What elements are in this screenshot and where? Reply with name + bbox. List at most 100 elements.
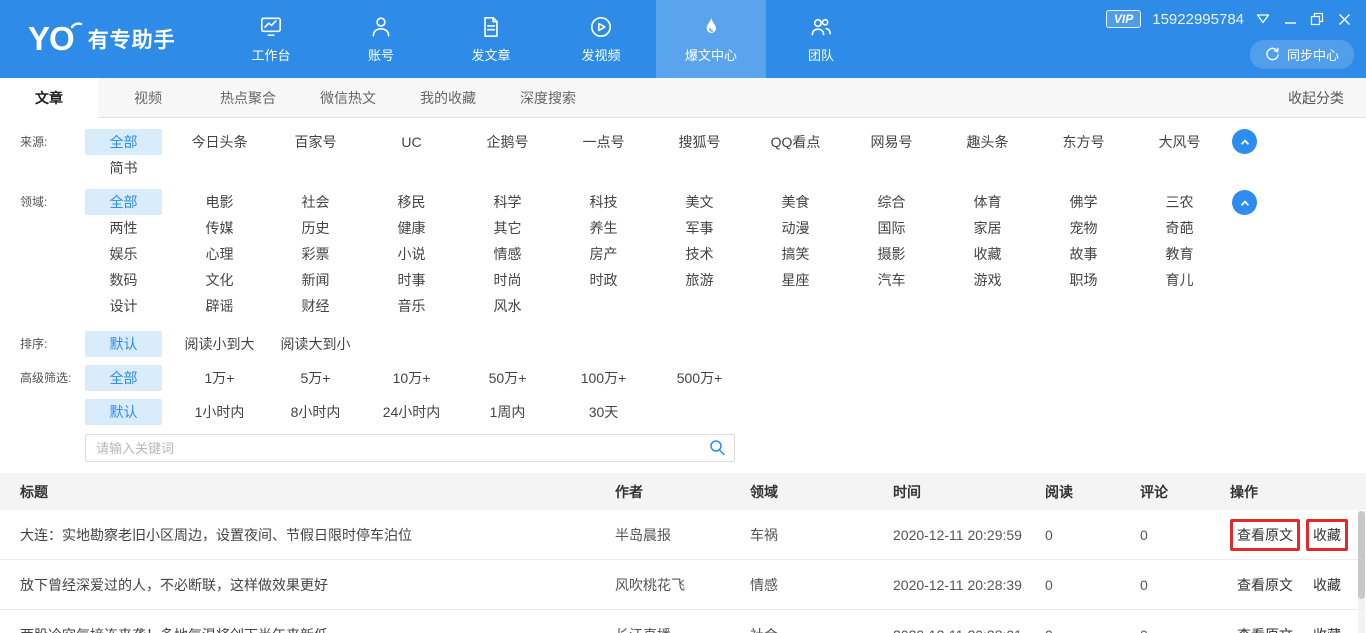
time-range-filter-chip[interactable]: 8小时内: [277, 399, 354, 425]
field-filter-chip[interactable]: 新闻: [277, 267, 354, 293]
view-original-link[interactable]: 查看原文: [1230, 619, 1300, 633]
field-filter-chip[interactable]: 音乐: [373, 293, 450, 319]
field-filter-chip[interactable]: 技术: [661, 241, 738, 267]
field-filter-chip[interactable]: 收藏: [949, 241, 1026, 267]
field-filter-chip[interactable]: 房产: [565, 241, 642, 267]
field-filter-chip[interactable]: 佛学: [1045, 189, 1122, 215]
nav-item-hot-article-center[interactable]: 爆文中心: [656, 0, 766, 78]
favorite-link[interactable]: 收藏: [1306, 519, 1348, 551]
field-filter-chip[interactable]: 娱乐: [85, 241, 162, 267]
collapse-field-button[interactable]: [1232, 190, 1257, 215]
nav-item-workbench[interactable]: 工作台: [216, 0, 326, 78]
field-filter-chip[interactable]: 其它: [469, 215, 546, 241]
minimize-icon[interactable]: [1282, 11, 1298, 27]
source-filter-chip[interactable]: 百家号: [277, 129, 354, 155]
nav-item-account[interactable]: 账号: [326, 0, 436, 78]
read-count-filter-chip[interactable]: 5万+: [277, 365, 354, 391]
time-range-filter-chip[interactable]: 1周内: [469, 399, 546, 425]
tab-wechat-hot[interactable]: 微信热文: [298, 78, 398, 118]
field-filter-chip[interactable]: 游戏: [949, 267, 1026, 293]
field-filter-chip[interactable]: 教育: [1141, 241, 1218, 267]
sort-filter-chip[interactable]: 阅读大到小: [277, 331, 354, 357]
tab-videos[interactable]: 视频: [98, 78, 198, 118]
source-filter-chip[interactable]: 今日头条: [181, 129, 258, 155]
time-range-filter-chip[interactable]: 默认: [85, 399, 162, 425]
view-original-link[interactable]: 查看原文: [1230, 569, 1300, 601]
field-filter-chip[interactable]: 移民: [373, 189, 450, 215]
nav-item-publish-video[interactable]: 发视频: [546, 0, 656, 78]
source-filter-chip[interactable]: 大风号: [1141, 129, 1218, 155]
source-filter-chip[interactable]: 搜狐号: [661, 129, 738, 155]
view-original-link[interactable]: 查看原文: [1230, 519, 1300, 551]
field-filter-chip[interactable]: 摄影: [853, 241, 930, 267]
search-icon[interactable]: [709, 439, 726, 461]
field-filter-chip[interactable]: 汽车: [853, 267, 930, 293]
field-filter-chip[interactable]: 国际: [853, 215, 930, 241]
tab-deep-search[interactable]: 深度搜索: [498, 78, 598, 118]
field-filter-chip[interactable]: 文化: [181, 267, 258, 293]
nav-item-team[interactable]: 团队: [766, 0, 876, 78]
time-range-filter-chip[interactable]: 24小时内: [373, 399, 450, 425]
field-filter-chip[interactable]: 体育: [949, 189, 1026, 215]
field-filter-chip[interactable]: 奇葩: [1141, 215, 1218, 241]
source-filter-chip[interactable]: 简书: [85, 155, 162, 181]
field-filter-chip[interactable]: 时事: [373, 267, 450, 293]
field-filter-chip[interactable]: 职场: [1045, 267, 1122, 293]
read-count-filter-chip[interactable]: 全部: [85, 365, 162, 391]
field-filter-chip[interactable]: 科技: [565, 189, 642, 215]
field-filter-chip[interactable]: 小说: [373, 241, 450, 267]
dropdown-caret-icon[interactable]: [1255, 11, 1271, 27]
source-filter-chip[interactable]: 一点号: [565, 129, 642, 155]
tab-articles[interactable]: 文章: [0, 78, 98, 118]
source-filter-chip[interactable]: QQ看点: [757, 129, 834, 155]
field-filter-chip[interactable]: 全部: [85, 189, 162, 215]
field-filter-chip[interactable]: 健康: [373, 215, 450, 241]
field-filter-chip[interactable]: 军事: [661, 215, 738, 241]
field-filter-chip[interactable]: 财经: [277, 293, 354, 319]
read-count-filter-chip[interactable]: 500万+: [661, 365, 738, 391]
field-filter-chip[interactable]: 辟谣: [181, 293, 258, 319]
field-filter-chip[interactable]: 故事: [1045, 241, 1122, 267]
field-filter-chip[interactable]: 宠物: [1045, 215, 1122, 241]
field-filter-chip[interactable]: 两性: [85, 215, 162, 241]
vertical-scrollbar[interactable]: [1358, 511, 1365, 633]
field-filter-chip[interactable]: 养生: [565, 215, 642, 241]
field-filter-chip[interactable]: 风水: [469, 293, 546, 319]
field-filter-chip[interactable]: 心理: [181, 241, 258, 267]
field-filter-chip[interactable]: 设计: [85, 293, 162, 319]
favorite-link[interactable]: 收藏: [1306, 569, 1348, 601]
close-icon[interactable]: [1336, 11, 1352, 27]
field-filter-chip[interactable]: 时尚: [469, 267, 546, 293]
field-filter-chip[interactable]: 数码: [85, 267, 162, 293]
search-input[interactable]: [85, 434, 735, 462]
read-count-filter-chip[interactable]: 10万+: [373, 365, 450, 391]
field-filter-chip[interactable]: 彩票: [277, 241, 354, 267]
sort-filter-chip[interactable]: 阅读小到大: [181, 331, 258, 357]
scrollbar-thumb[interactable]: [1358, 511, 1365, 599]
read-count-filter-chip[interactable]: 1万+: [181, 365, 258, 391]
read-count-filter-chip[interactable]: 50万+: [469, 365, 546, 391]
favorite-link[interactable]: 收藏: [1306, 619, 1348, 633]
field-filter-chip[interactable]: 传媒: [181, 215, 258, 241]
field-filter-chip[interactable]: 搞笑: [757, 241, 834, 267]
field-filter-chip[interactable]: 旅游: [661, 267, 738, 293]
restore-icon[interactable]: [1309, 11, 1325, 27]
source-filter-chip[interactable]: 企鹅号: [469, 129, 546, 155]
time-range-filter-chip[interactable]: 30天: [565, 399, 642, 425]
field-filter-chip[interactable]: 历史: [277, 215, 354, 241]
nav-item-publish-article[interactable]: 发文章: [436, 0, 546, 78]
field-filter-chip[interactable]: 家居: [949, 215, 1026, 241]
field-filter-chip[interactable]: 三农: [1141, 189, 1218, 215]
collapse-categories-link[interactable]: 收起分类: [1288, 88, 1366, 108]
tab-hot-topics[interactable]: 热点聚合: [198, 78, 298, 118]
field-filter-chip[interactable]: 美文: [661, 189, 738, 215]
field-filter-chip[interactable]: 星座: [757, 267, 834, 293]
source-filter-chip[interactable]: 东方号: [1045, 129, 1122, 155]
read-count-filter-chip[interactable]: 100万+: [565, 365, 642, 391]
field-filter-chip[interactable]: 电影: [181, 189, 258, 215]
field-filter-chip[interactable]: 情感: [469, 241, 546, 267]
sort-filter-chip[interactable]: 默认: [85, 331, 162, 357]
field-filter-chip[interactable]: 社会: [277, 189, 354, 215]
source-filter-chip[interactable]: 趣头条: [949, 129, 1026, 155]
sync-center-button[interactable]: 同步中心: [1250, 40, 1354, 69]
